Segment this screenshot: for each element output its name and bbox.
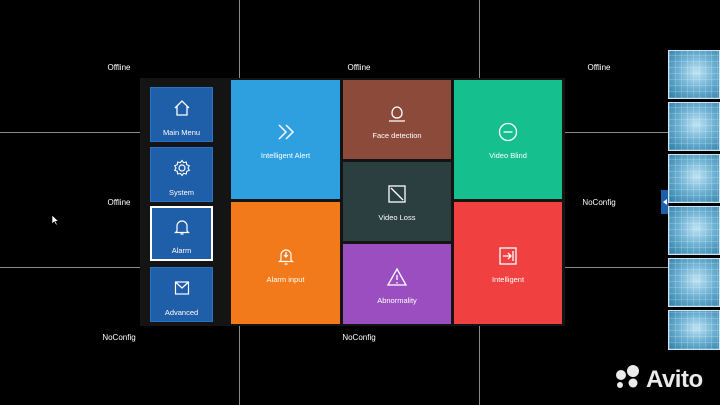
face-thumbnail[interactable]	[668, 102, 720, 151]
grid-line-v2	[479, 0, 480, 78]
face-thumbnail[interactable]	[668, 258, 720, 307]
grid-line-h3	[565, 132, 668, 133]
sidebar-item-alarm[interactable]: Alarm	[150, 206, 213, 261]
camera-status-label: NoConfig	[342, 333, 376, 342]
grid-line-v4	[479, 326, 480, 405]
tile-face-detection[interactable]: Face detection	[343, 80, 451, 159]
grid-line-v3	[239, 326, 240, 405]
bell-down-icon	[275, 243, 297, 269]
camera-status-label: Offline	[587, 63, 611, 72]
camera-status-label: Offline	[347, 63, 371, 72]
tile-label: Video Blind	[489, 151, 527, 160]
tile-label: Video Loss	[378, 213, 416, 222]
grid-line-h1	[0, 132, 140, 133]
tile-label: Intelligent	[491, 274, 525, 284]
grid-line-h2	[0, 267, 140, 268]
grid-line-v1	[239, 0, 240, 78]
video-loss-icon	[386, 181, 408, 207]
avito-watermark: Avito	[612, 364, 703, 395]
camera-status-label: NoConfig	[582, 198, 616, 207]
grid-line-h4	[565, 267, 668, 268]
avito-logo-icon	[612, 364, 642, 395]
tile-alarm-input[interactable]: Alarm input	[231, 202, 340, 324]
tile-abnormality[interactable]: Abnormality	[343, 244, 451, 324]
double-chevron-icon	[275, 119, 297, 145]
tile-label: Abnormality	[377, 295, 417, 305]
warning-icon	[386, 264, 408, 290]
face-thumbnail[interactable]	[668, 50, 720, 99]
sidebar-item-label: Advanced	[164, 308, 199, 317]
tile-video-blind[interactable]: Video Blind	[454, 80, 562, 199]
face-thumbnail[interactable]	[668, 154, 720, 203]
face-thumbnail-strip	[668, 50, 720, 350]
face-thumbnail[interactable]	[668, 310, 720, 350]
home-icon	[172, 88, 192, 128]
watermark-text: Avito	[646, 365, 703, 393]
tile-intelligent-alert[interactable]: Intelligent Alert	[231, 80, 340, 199]
bell-icon	[172, 208, 192, 246]
sidebar-item-label: Main Menu	[162, 128, 201, 137]
minus-circle-icon	[497, 119, 519, 145]
gear-icon	[172, 148, 192, 188]
camera-status-label: Offline	[107, 63, 131, 72]
box-icon	[172, 268, 192, 308]
tile-label: Alarm input	[266, 274, 305, 284]
exit-icon	[497, 243, 519, 269]
face-icon	[386, 99, 408, 125]
sidebar-item-system[interactable]: System	[150, 147, 213, 202]
tile-intelligent[interactable]: Intelligent	[454, 202, 562, 324]
camera-status-label: Offline	[107, 198, 131, 207]
camera-status-label: NoConfig	[102, 333, 136, 342]
sidebar-item-advanced[interactable]: Advanced	[150, 267, 213, 322]
tile-video-loss[interactable]: Video Loss	[343, 162, 451, 241]
face-thumbnail[interactable]	[668, 206, 720, 255]
tile-label: Face detection	[372, 131, 422, 140]
sidebar-item-main-menu[interactable]: Main Menu	[150, 87, 213, 142]
sidebar-item-label: Alarm	[171, 246, 192, 255]
mouse-cursor-icon	[51, 213, 60, 231]
tile-label: Intelligent Alert	[260, 151, 311, 160]
sidebar-item-label: System	[168, 188, 194, 197]
